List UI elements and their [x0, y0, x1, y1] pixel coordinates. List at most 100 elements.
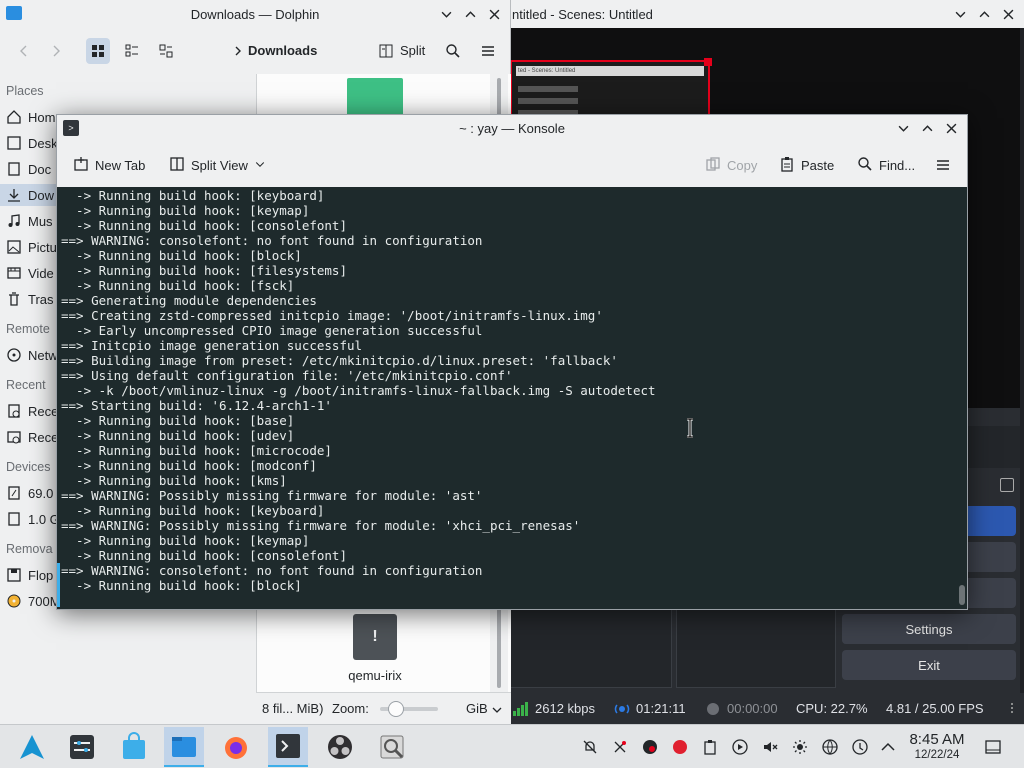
- maximize-icon[interactable]: [917, 118, 937, 138]
- paste-icon: [779, 156, 795, 175]
- resize-grip-icon[interactable]: [1006, 701, 1018, 718]
- place-label: Rece: [28, 403, 59, 419]
- notification-disabled-icon[interactable]: [580, 737, 600, 757]
- exit-label: Exit: [918, 657, 940, 673]
- image-file-icon[interactable]: [347, 78, 403, 116]
- clock[interactable]: 8:45 AM 12/22/24: [900, 731, 974, 762]
- media-player-icon[interactable]: [730, 737, 750, 757]
- device-cdrom[interactable]: 700M: [6, 590, 61, 612]
- resize-handle[interactable]: [704, 58, 712, 66]
- hamburger-menu-icon[interactable]: [476, 38, 500, 64]
- device-label: Flop: [28, 567, 54, 583]
- obs-tray-icon[interactable]: [640, 737, 660, 757]
- place-documents[interactable]: Doc: [6, 158, 51, 180]
- recording-indicator-icon[interactable]: [670, 737, 690, 757]
- obs-titlebar[interactable]: ntitled - Scenes: Untitled: [504, 0, 1024, 28]
- split-icon[interactable]: [374, 38, 398, 64]
- paste-label: Paste: [801, 157, 835, 173]
- executable-file-icon[interactable]: !: [353, 614, 397, 660]
- place-label: Desk: [28, 135, 58, 151]
- place-pictures[interactable]: Pictu: [6, 236, 57, 258]
- details-view-icon[interactable]: [154, 38, 178, 64]
- devices-header: Devices: [6, 460, 51, 474]
- minimize-icon[interactable]: [950, 4, 970, 24]
- removable-header: Remova: [6, 542, 53, 556]
- close-icon[interactable]: [484, 4, 504, 24]
- copy-button[interactable]: Copy: [705, 153, 757, 177]
- screen-share-icon[interactable]: [610, 737, 630, 757]
- dolphin-taskbar-icon[interactable]: [164, 727, 204, 767]
- place-downloads[interactable]: Dow: [0, 184, 60, 206]
- place-network[interactable]: Netw: [6, 344, 58, 366]
- show-desktop-icon[interactable]: [983, 737, 1003, 757]
- konsole-titlebar[interactable]: ~ : yay — Konsole: [57, 115, 967, 141]
- back-icon[interactable]: [12, 38, 36, 64]
- icons-view-icon[interactable]: [86, 38, 110, 64]
- close-icon[interactable]: [998, 4, 1018, 24]
- place-desktop[interactable]: Desk: [6, 132, 58, 154]
- chevron-down-icon[interactable]: [492, 703, 502, 718]
- settings-label: Settings: [905, 621, 953, 637]
- place-home[interactable]: Hom: [6, 106, 55, 128]
- compact-view-icon[interactable]: [120, 38, 144, 64]
- split-view-button[interactable]: Split View: [169, 153, 266, 177]
- taskbar: 8:45 AM 12/22/24: [0, 724, 1024, 768]
- chevron-down-icon[interactable]: [254, 156, 266, 175]
- minimize-icon[interactable]: [893, 118, 913, 138]
- firefox-icon[interactable]: [216, 727, 256, 767]
- system-settings-icon[interactable]: [62, 727, 102, 767]
- network-tray-icon[interactable]: [820, 737, 840, 757]
- start-recording-button[interactable]: [964, 542, 1016, 572]
- minimize-icon[interactable]: [436, 4, 456, 24]
- chevron-up-icon[interactable]: [878, 737, 898, 757]
- preview-bar: [518, 86, 578, 92]
- exit-button[interactable]: Exit: [842, 650, 1016, 680]
- scenes-panel[interactable]: [504, 608, 672, 688]
- brightness-icon[interactable]: [790, 737, 810, 757]
- maximize-icon[interactable]: [460, 4, 480, 24]
- virtual-camera-button[interactable]: [964, 578, 1016, 608]
- preview-bar: [518, 98, 578, 104]
- updates-icon[interactable]: [850, 737, 870, 757]
- place-videos[interactable]: Vide: [6, 262, 54, 284]
- text-cursor-icon: [686, 417, 694, 439]
- place-music[interactable]: Mus: [6, 210, 53, 232]
- place-recent-locations[interactable]: Rece: [6, 426, 58, 448]
- settings-button[interactable]: Settings: [842, 614, 1016, 644]
- device-disk-1[interactable]: 69.0: [6, 482, 53, 504]
- discover-store-icon[interactable]: [114, 727, 154, 767]
- konsole-taskbar-icon[interactable]: [268, 727, 308, 767]
- new-tab-button[interactable]: New Tab: [73, 153, 145, 177]
- sources-panel[interactable]: [676, 608, 836, 688]
- remote-header: Remote: [6, 322, 50, 336]
- volume-muted-icon[interactable]: [760, 737, 780, 757]
- find-button[interactable]: Find...: [857, 153, 915, 177]
- place-recent-files[interactable]: Rece: [6, 400, 58, 422]
- clipboard-icon[interactable]: [700, 737, 720, 757]
- start-streaming-button[interactable]: [964, 506, 1016, 536]
- image-viewer-icon[interactable]: [372, 727, 412, 767]
- dolphin-titlebar[interactable]: Downloads — Dolphin: [0, 0, 510, 28]
- breadcrumb[interactable]: Downloads: [248, 43, 317, 58]
- device-disk-2[interactable]: 1.0 G: [6, 508, 60, 530]
- search-icon[interactable]: [441, 38, 465, 64]
- hamburger-menu-icon[interactable]: [935, 153, 951, 177]
- terminal-output[interactable]: -> Running build hook: [keyboard] -> Run…: [57, 187, 967, 609]
- obs-studio-icon[interactable]: [320, 727, 360, 767]
- terminal-scrollbar-thumb[interactable]: [959, 585, 965, 605]
- file-label[interactable]: qemu-irix: [327, 668, 423, 683]
- place-label: Pictu: [28, 239, 57, 255]
- pictures-icon: [6, 239, 22, 255]
- device-floppy[interactable]: Flop: [6, 564, 53, 586]
- split-button[interactable]: Split: [400, 43, 425, 58]
- forward-icon[interactable]: [44, 38, 68, 64]
- paste-button[interactable]: Paste: [779, 153, 834, 177]
- dock-float-icon[interactable]: [1000, 478, 1014, 492]
- zoom-slider-handle[interactable]: [388, 701, 404, 717]
- maximize-icon[interactable]: [974, 4, 994, 24]
- close-icon[interactable]: [941, 118, 961, 138]
- chevron-right-icon: [226, 38, 250, 64]
- place-trash[interactable]: Tras: [6, 288, 54, 310]
- application-launcher-icon[interactable]: [12, 727, 52, 767]
- zoom-label: Zoom:: [332, 701, 369, 716]
